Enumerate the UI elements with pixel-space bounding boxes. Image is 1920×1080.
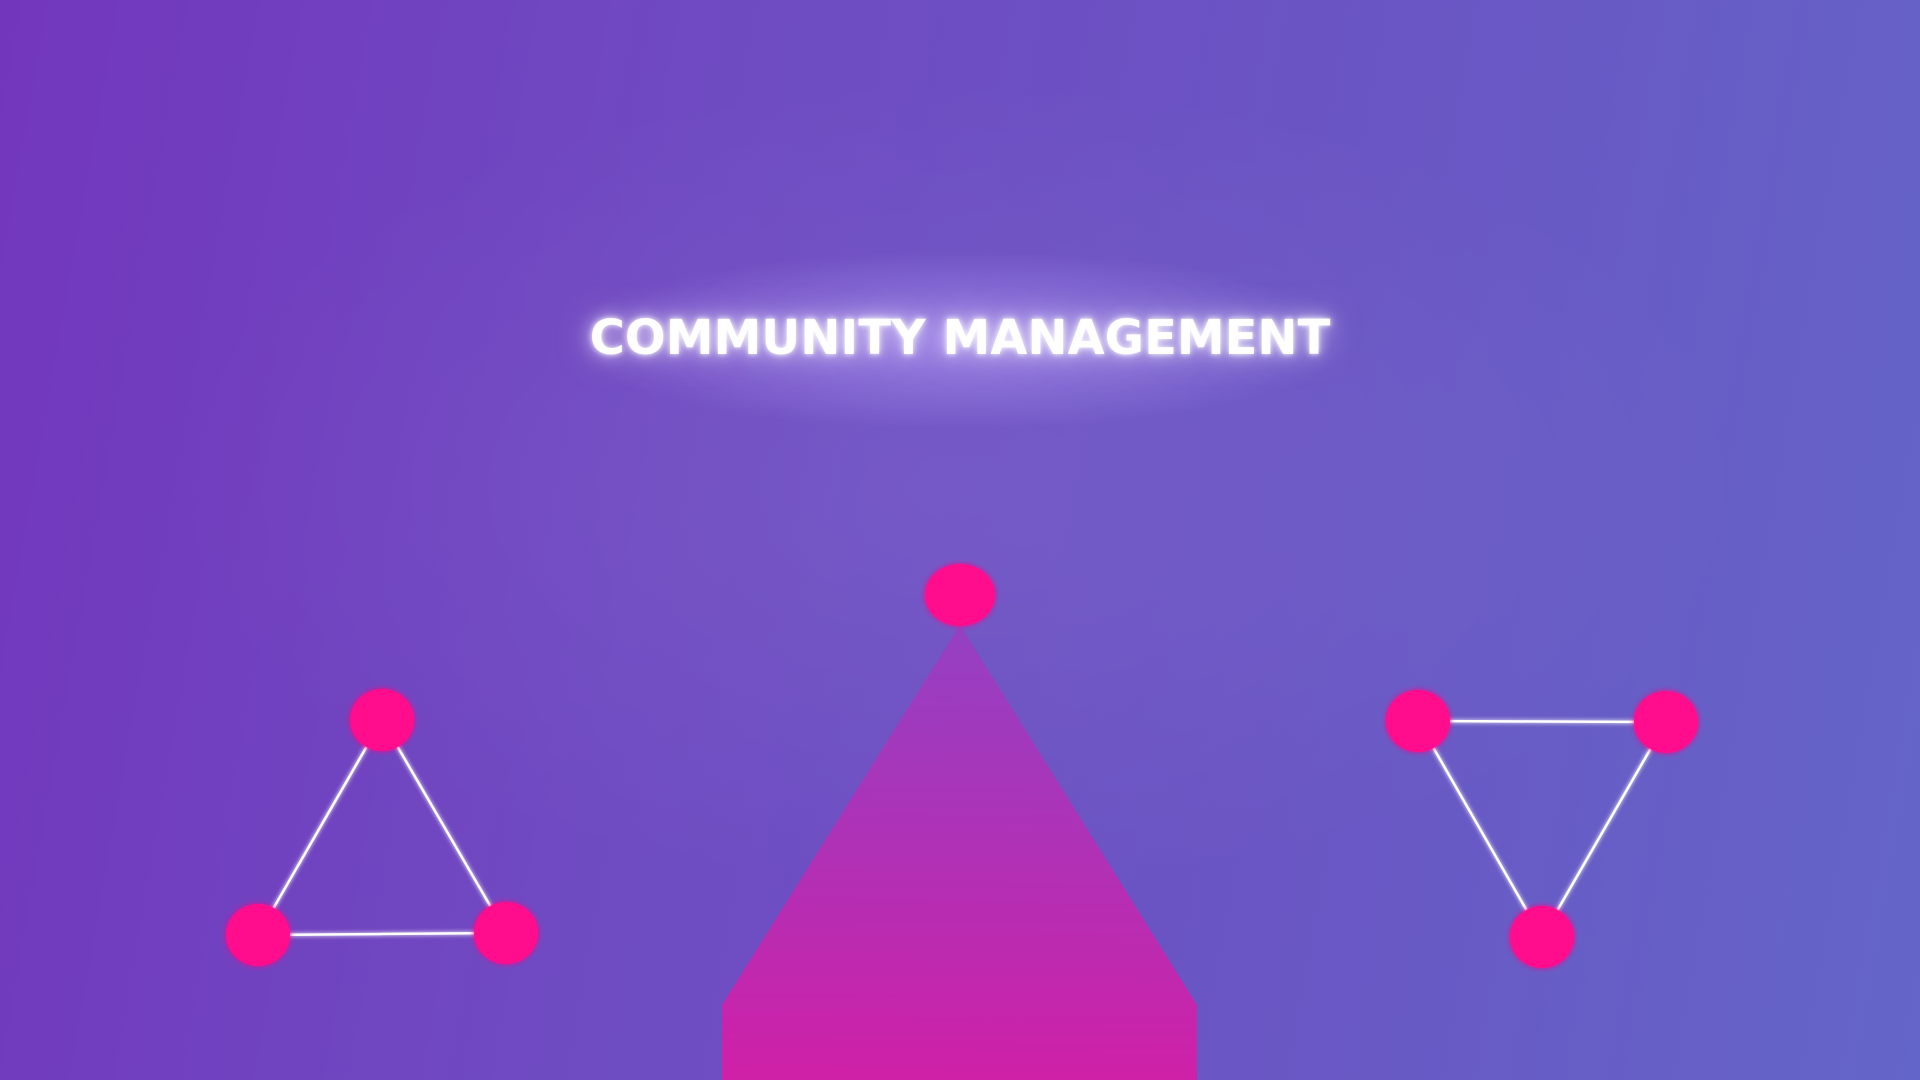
- left-network-edges: [256, 719, 508, 937]
- left-edge-bottom: [257, 931, 507, 937]
- pyramid-shape: [722, 625, 1197, 1080]
- left-node-bottom-right: [474, 902, 538, 964]
- pyramid-apex-node: [925, 564, 995, 626]
- right-edge-right: [1540, 721, 1668, 938]
- right-edge-top: [1417, 719, 1667, 724]
- center-pyramid: [722, 564, 1197, 1080]
- left-network: [226, 689, 538, 966]
- network-scene: [226, 564, 1698, 1080]
- left-edge-top-left: [256, 719, 384, 936]
- left-node-bottom-left: [226, 904, 290, 966]
- right-edge-left: [1416, 720, 1544, 938]
- right-node-top-left: [1386, 690, 1450, 752]
- right-node-top-right: [1634, 691, 1698, 753]
- right-node-bottom: [1510, 906, 1574, 968]
- left-node-top: [350, 689, 414, 751]
- right-network-edges: [1416, 719, 1668, 938]
- right-network: [1386, 690, 1698, 968]
- left-edge-top-right: [380, 719, 508, 934]
